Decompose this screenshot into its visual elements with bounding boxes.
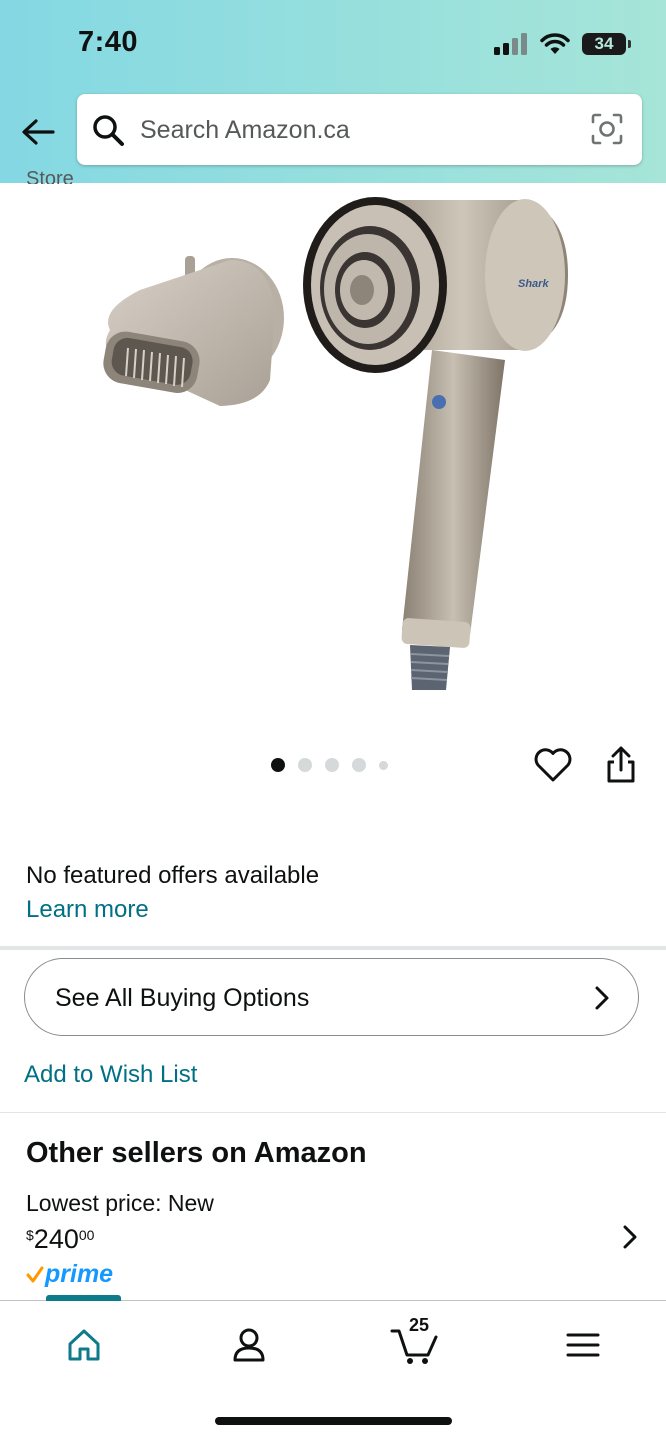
heart-icon: [534, 748, 572, 782]
carousel-dot[interactable]: [271, 758, 285, 772]
status-time: 7:40: [78, 26, 139, 58]
status-icons: 34: [494, 30, 631, 58]
image-carousel-dots[interactable]: [271, 758, 388, 772]
share-icon: [607, 746, 635, 783]
search-bar[interactable]: Search Amazon.ca: [77, 94, 642, 165]
home-icon: [68, 1329, 100, 1361]
menu-icon: [566, 1333, 600, 1357]
search-icon: [93, 115, 124, 146]
search-input[interactable]: Search Amazon.ca: [140, 116, 350, 145]
dryer-body: Shark: [303, 197, 568, 373]
no-offers-text: No featured offers available: [26, 862, 320, 889]
learn-more-link[interactable]: Learn more: [26, 896, 149, 924]
chevron-right-icon[interactable]: [622, 1224, 638, 1250]
other-sellers-title: Other sellers on Amazon: [26, 1137, 367, 1169]
wishlist-heart-button[interactable]: [532, 744, 574, 786]
camera-search-icon[interactable]: [590, 112, 624, 146]
nav-home[interactable]: [54, 1323, 114, 1367]
prime-label: prime: [45, 1260, 114, 1288]
add-to-wish-list-link[interactable]: Add to Wish List: [24, 1061, 197, 1089]
carousel-dot[interactable]: [298, 758, 312, 772]
chevron-right-icon: [595, 986, 609, 1010]
attachment-nozzle: [103, 256, 284, 406]
product-image[interactable]: Shark: [80, 190, 590, 700]
brand-mark: Shark: [518, 278, 549, 290]
signal-icon: [494, 33, 527, 55]
dryer-handle: [401, 350, 505, 690]
section-divider: [0, 1112, 666, 1113]
nav-account[interactable]: [219, 1323, 279, 1367]
price-whole: 240: [33, 1224, 79, 1254]
account-icon: [233, 1328, 265, 1362]
carousel-dot[interactable]: [379, 760, 388, 770]
section-divider: [0, 946, 666, 950]
store-link-peek: Store: [26, 168, 74, 184]
top-header: 7:40 34 Search Amazon.ca: [0, 0, 666, 183]
battery-indicator: 34: [582, 33, 631, 55]
carousel-dot[interactable]: [325, 758, 339, 772]
wifi-icon: [540, 33, 570, 54]
prime-check-icon: [26, 1266, 44, 1282]
active-tab-indicator: [46, 1295, 121, 1301]
hair-dryer-illustration: Shark: [103, 197, 568, 690]
back-button[interactable]: [18, 112, 58, 152]
back-arrow-icon: [22, 119, 55, 145]
see-all-buying-options-label: See All Buying Options: [55, 984, 310, 1012]
nav-menu[interactable]: [553, 1323, 613, 1367]
lowest-price-label: Lowest price: New: [26, 1190, 214, 1216]
carousel-dot[interactable]: [352, 758, 366, 772]
prime-logo: prime: [26, 1260, 113, 1289]
price-fraction: 00: [78, 1227, 95, 1243]
home-indicator-bar: [215, 1417, 452, 1425]
see-all-buying-options-button[interactable]: See All Buying Options: [24, 958, 639, 1036]
price-currency: $: [26, 1227, 34, 1243]
lowest-price: $24000: [26, 1224, 94, 1255]
cart-count-badge: 25: [409, 1315, 430, 1335]
share-button[interactable]: [602, 744, 640, 786]
